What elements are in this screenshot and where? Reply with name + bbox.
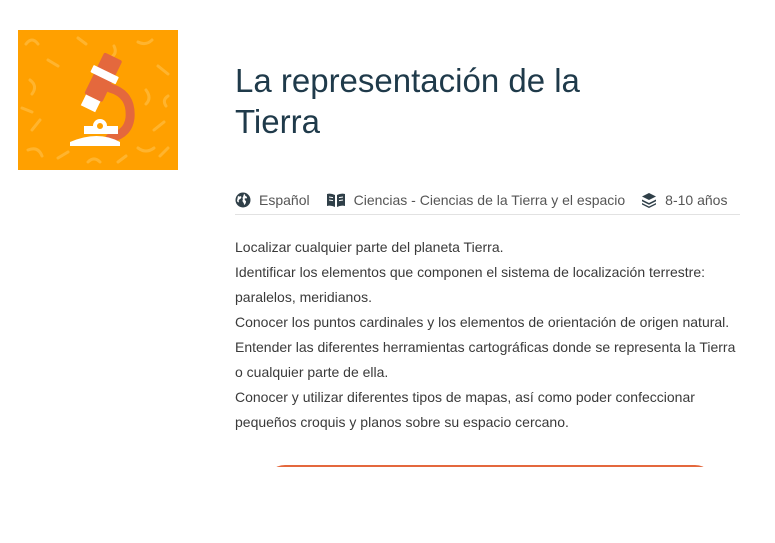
page-title: La representación de la Tierra — [235, 62, 580, 140]
meta-age-label: 8-10 años — [665, 192, 728, 208]
meta-language: Español — [235, 192, 310, 208]
viewport-crop — [0, 467, 775, 543]
resource-meta-bar: Español Ciencias - Ciencias de la Tierra… — [235, 186, 740, 215]
resource-detail-page: La representación de la Tierra Español C… — [0, 0, 775, 543]
globe-icon — [235, 192, 251, 208]
book-icon — [326, 192, 346, 208]
meta-language-label: Español — [259, 192, 310, 208]
layers-icon — [641, 192, 657, 208]
meta-age: 8-10 años — [641, 192, 727, 208]
objective-line: Conocer los puntos cardinales y los elem… — [235, 314, 730, 330]
microscope-icon — [18, 30, 178, 170]
meta-subject: Ciencias - Ciencias de la Tierra y el es… — [326, 192, 626, 208]
objective-line: Entender las diferentes herramientas car… — [235, 339, 736, 380]
meta-subject-label: Ciencias - Ciencias de la Tierra y el es… — [353, 192, 626, 208]
resource-thumbnail — [18, 30, 178, 170]
objective-line: Localizar cualquier parte del planeta Ti… — [235, 239, 504, 255]
resource-objectives: Localizar cualquier parte del planeta Ti… — [235, 235, 745, 435]
objective-line: Conocer y utilizar diferentes tipos de m… — [235, 389, 695, 430]
objective-line: Identificar los elementos que componen e… — [235, 264, 706, 305]
